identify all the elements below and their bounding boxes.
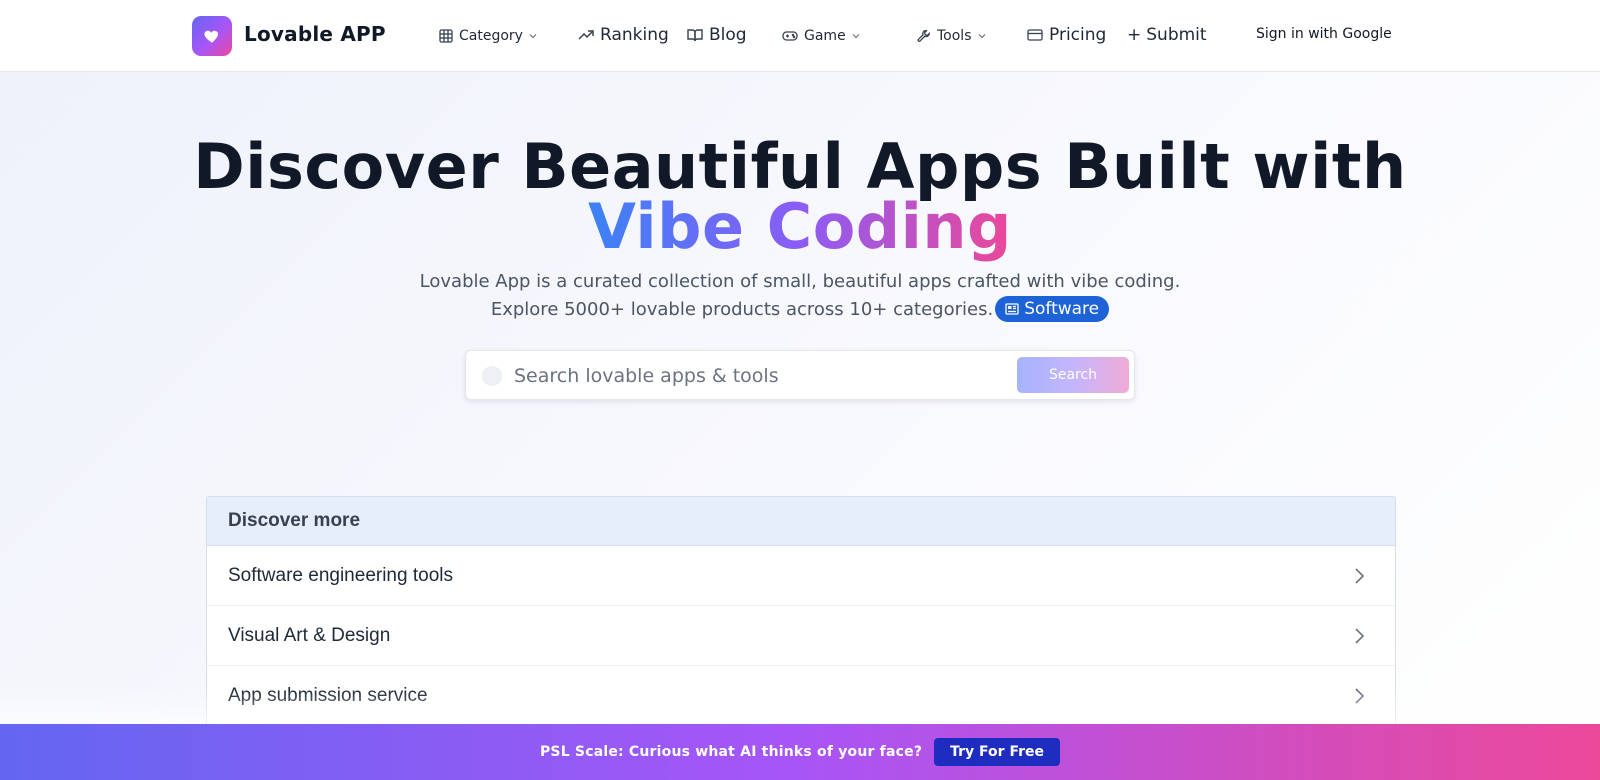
chevron-right-icon xyxy=(1355,567,1365,584)
nav-submit-label: Submit xyxy=(1146,25,1207,45)
list-item[interactable]: Visual Art & Design xyxy=(207,606,1395,666)
chevron-down-icon xyxy=(852,34,860,39)
book-open-icon xyxy=(687,29,703,42)
nav-pricing[interactable]: Pricing xyxy=(1027,23,1106,47)
nav-category-label: Category xyxy=(459,28,523,44)
hero-subtitle-line2: Explore 5000+ lovable products across 10… xyxy=(0,296,1600,324)
search-input[interactable] xyxy=(514,361,984,391)
promo-banner-text: PSL Scale: Curious what AI thinks of you… xyxy=(539,744,923,760)
hero-subtitle: Lovable App is a curated collection of s… xyxy=(419,271,1181,292)
software-badge[interactable]: Software xyxy=(995,296,1110,322)
software-badge-label: Software xyxy=(1024,299,1100,319)
logo[interactable] xyxy=(192,16,232,56)
hero-highlight-text: Vibe Coding xyxy=(588,190,1012,263)
sign-in-button[interactable]: Sign in with Google xyxy=(1256,26,1392,42)
nav-blog-label: Blog xyxy=(709,25,747,45)
plus-icon: + xyxy=(1127,25,1142,45)
list-item-label: Software engineering tools xyxy=(228,564,453,586)
list-item[interactable]: Software engineering tools xyxy=(207,546,1395,606)
brand-name[interactable]: Lovable APP xyxy=(244,22,386,46)
top-navigation-bar: Lovable APP Category Ranking Blog Game T… xyxy=(0,0,1600,72)
nav-tools[interactable]: Tools xyxy=(917,24,987,48)
discover-more-heading: Discover more xyxy=(207,497,1395,546)
search-bar: Search xyxy=(465,350,1135,400)
nav-ranking[interactable]: Ranking xyxy=(578,23,669,47)
search-button[interactable]: Search xyxy=(1017,357,1129,393)
nav-tools-label: Tools xyxy=(937,28,972,44)
chevron-right-icon xyxy=(1355,627,1365,644)
list-item-label: Visual Art & Design xyxy=(228,624,391,646)
try-for-free-button[interactable]: Try For Free xyxy=(934,738,1061,766)
promo-banner: PSL Scale: Curious what AI thinks of you… xyxy=(0,724,1600,780)
grid-icon xyxy=(439,29,453,43)
nav-blog[interactable]: Blog xyxy=(687,23,747,47)
list-item-label: App submission service xyxy=(228,684,428,706)
credit-card-icon xyxy=(1027,29,1043,41)
nav-submit[interactable]: + Submit xyxy=(1127,23,1207,47)
hero-title-highlight: Vibe Coding xyxy=(0,196,1600,258)
hero-subtitle-text: Explore 5000+ lovable products across 10… xyxy=(490,299,994,320)
heart-icon xyxy=(204,30,219,43)
chevron-right-icon xyxy=(1355,687,1365,704)
search-icon xyxy=(482,366,502,386)
hero-title: Discover Beautiful Apps Built with xyxy=(193,130,1407,203)
wrench-icon xyxy=(917,29,930,42)
trending-up-icon xyxy=(578,30,594,40)
chevron-down-icon xyxy=(978,34,985,39)
nav-game[interactable]: Game xyxy=(782,24,861,48)
chevron-down-icon xyxy=(529,34,537,39)
nav-ranking-label: Ranking xyxy=(600,25,669,45)
newspaper-icon xyxy=(1005,303,1019,315)
gamepad-icon xyxy=(782,31,798,41)
list-item[interactable]: App submission service xyxy=(207,666,1395,726)
nav-category[interactable]: Category xyxy=(439,24,538,48)
nav-game-label: Game xyxy=(804,28,846,44)
nav-pricing-label: Pricing xyxy=(1049,25,1107,45)
